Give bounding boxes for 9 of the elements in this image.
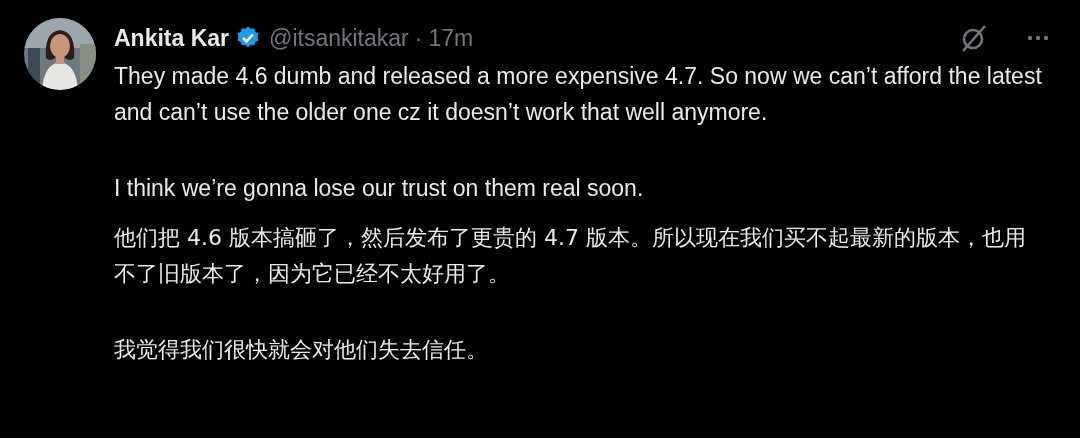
author-name[interactable]: Ankita Kar xyxy=(114,24,230,52)
post-paragraph: 我觉得我们很快就会对他们失去信任。 xyxy=(114,336,489,364)
post-paragraph: They made 4.6 dumb and released a more expensive 4.7. So now we can’t afford the latest and can’t use the older one cz it doesn’t work that well anymore. xyxy=(114,62,1043,127)
handle[interactable]: @itsankitakar xyxy=(269,24,409,52)
post-paragraph: 他们把 4.6 版本搞砸了，然后发布了更贵的 4.7 版本。所以现在我们买不起最新的版本，也用不了旧版本了，因为它已经不太好用了。 xyxy=(114,224,1027,288)
timestamp[interactable]: 17m xyxy=(428,24,474,52)
more-options-icon[interactable] xyxy=(1026,34,1050,42)
post-paragraph: I think we’re gonna lose our trust on them real soon. xyxy=(114,174,645,203)
separator: · xyxy=(414,24,423,52)
